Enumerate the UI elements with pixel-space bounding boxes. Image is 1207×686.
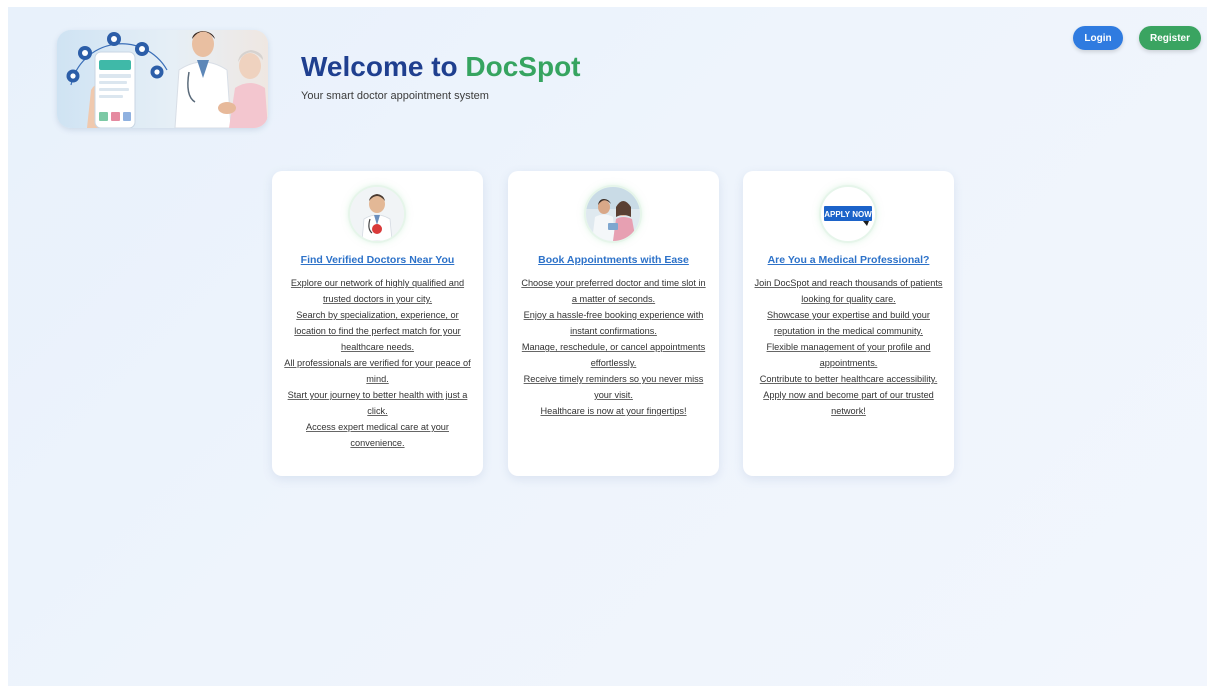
page-title: Welcome to DocSpot: [301, 51, 581, 83]
page-title-prefix: Welcome to: [301, 51, 466, 82]
hero-doctor-phone-icon: [57, 30, 268, 128]
hero-illustration: [57, 30, 268, 128]
feature-card-find-doctors: Find Verified Doctors Near You Explore o…: [272, 171, 483, 476]
appointment-photo-icon: [586, 187, 640, 241]
card-title-link[interactable]: Book Appointments with Ease: [508, 254, 719, 266]
card-text-line[interactable]: Manage, reschedule, or cancel appointmen…: [518, 339, 709, 371]
apply-now-badge-text: APPLY NOW: [824, 210, 872, 219]
card-text-line[interactable]: Join DocSpot and reach thousands of pati…: [753, 275, 944, 307]
card-text-line[interactable]: Enjoy a hassle-free booking experience w…: [518, 307, 709, 339]
card-text-line[interactable]: Receive timely reminders so you never mi…: [518, 371, 709, 403]
card-text-line[interactable]: Start your journey to better health with…: [282, 387, 473, 419]
card-description: Explore our network of highly qualified …: [282, 275, 473, 451]
card-text-line[interactable]: All professionals are verified for your …: [282, 355, 473, 387]
card-text-line[interactable]: Contribute to better healthcare accessib…: [753, 371, 944, 387]
card-description: Join DocSpot and reach thousands of pati…: [753, 275, 944, 419]
register-button[interactable]: Register: [1139, 26, 1201, 50]
card-text-line[interactable]: Flexible management of your profile and …: [753, 339, 944, 371]
card-text-line[interactable]: Healthcare is now at your fingertips!: [518, 403, 709, 419]
feature-card-book-appointments: Book Appointments with Ease Choose your …: [508, 171, 719, 476]
card-text-line[interactable]: Choose your preferred doctor and time sl…: [518, 275, 709, 307]
card-text-line[interactable]: Showcase your expertise and build your r…: [753, 307, 944, 339]
apply-now-badge[interactable]: APPLY NOW: [821, 187, 875, 241]
card-text-line[interactable]: Apply now and become part of our trusted…: [753, 387, 944, 419]
landing-page: Welcome to DocSpot Your smart doctor app…: [8, 7, 1207, 686]
page-tagline: Your smart doctor appointment system: [301, 90, 489, 102]
login-button[interactable]: Login: [1073, 26, 1123, 50]
card-title-link[interactable]: Are You a Medical Professional?: [743, 254, 954, 266]
brand-name: DocSpot: [465, 51, 581, 82]
feature-card-medical-professional: APPLY NOW Are You a Medical Professional…: [743, 171, 954, 476]
card-description: Choose your preferred doctor and time sl…: [518, 275, 709, 419]
card-title-link[interactable]: Find Verified Doctors Near You: [272, 254, 483, 266]
card-text-line[interactable]: Access expert medical care at your conve…: [282, 419, 473, 451]
doctor-portrait-icon: [350, 187, 404, 241]
card-text-line[interactable]: Search by specialization, experience, or…: [282, 307, 473, 355]
card-text-line[interactable]: Explore our network of highly qualified …: [282, 275, 473, 307]
